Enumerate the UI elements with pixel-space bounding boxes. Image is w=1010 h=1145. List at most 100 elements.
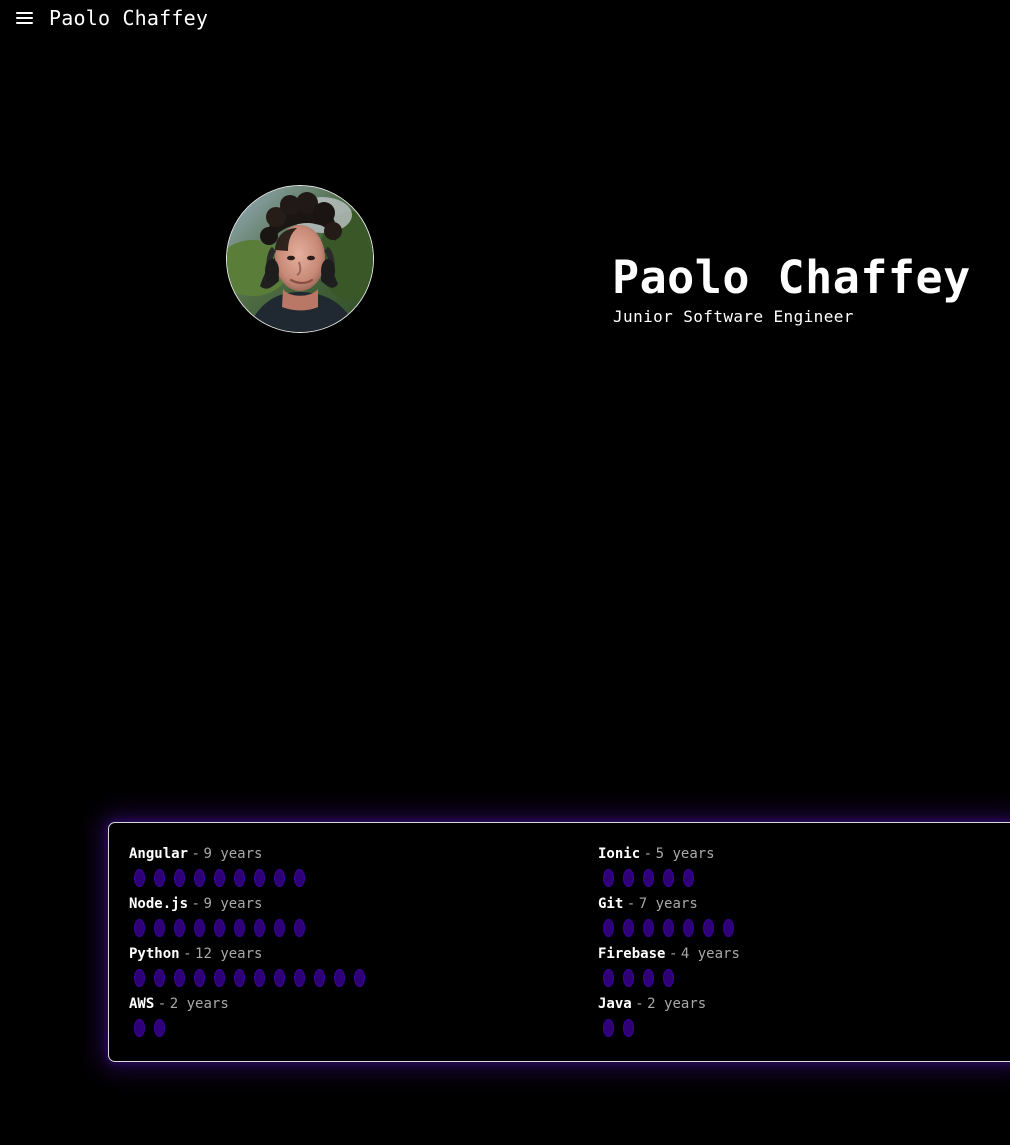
skill-years: 4 — [680, 946, 690, 962]
skill-level-dot — [214, 969, 225, 987]
hero-name: Paolo Chaffey — [612, 251, 971, 305]
skill-years: 2 — [169, 996, 179, 1012]
skill-years-unit: years — [220, 946, 263, 962]
skill-level-dot — [643, 969, 654, 987]
skill-level-dot — [723, 919, 734, 937]
skill-level-dot — [234, 969, 245, 987]
skill-header: Java -2 years — [598, 995, 706, 1013]
skill-level-dots — [598, 869, 715, 887]
skill-level-dot — [134, 969, 145, 987]
skill-level-dots — [129, 869, 305, 887]
skill-level-dot — [643, 869, 654, 887]
skill-level-dot — [194, 969, 205, 987]
skill-level-dot — [134, 1019, 145, 1037]
skill-separator: - — [643, 846, 653, 862]
skill-level-dot — [623, 969, 634, 987]
skill-level-dot — [623, 919, 634, 937]
skill-years: 2 — [647, 996, 656, 1012]
skill-item-python: Python -12 years — [129, 945, 365, 991]
top-navigation-bar: Paolo Chaffey — [0, 0, 1010, 38]
skill-item-angular: Angular -9 years — [129, 845, 305, 891]
skill-item-aws: AWS -2 years — [129, 995, 229, 1041]
skill-level-dot — [703, 919, 714, 937]
skill-level-dot — [134, 919, 145, 937]
site-title[interactable]: Paolo Chaffey — [49, 5, 208, 31]
skill-level-dot — [154, 919, 165, 937]
skill-years: 9 — [203, 896, 212, 912]
skill-separator: - — [191, 846, 200, 862]
skill-years-unit: years — [664, 996, 707, 1012]
skill-level-dots — [129, 969, 365, 987]
skill-level-dot — [683, 919, 694, 937]
skill-level-dot — [154, 969, 165, 987]
skill-separator: - — [191, 896, 200, 912]
skill-level-dots — [129, 1019, 229, 1037]
skill-level-dot — [254, 969, 265, 987]
skill-level-dots — [598, 969, 740, 987]
skill-level-dot — [174, 869, 185, 887]
skill-level-dot — [603, 869, 614, 887]
skill-years: 9 — [203, 846, 212, 862]
skill-item-ionic: Ionic -5 years — [598, 845, 715, 891]
skill-level-dot — [214, 919, 225, 937]
skill-item-git: Git -7 years — [598, 895, 734, 941]
skill-item-nodejs: Node.js -9 years — [129, 895, 305, 941]
skill-name: Java — [598, 996, 632, 1012]
skill-name: Firebase — [598, 946, 666, 962]
hero-subtitle: Junior Software Engineer — [613, 307, 854, 326]
skill-level-dot — [623, 869, 634, 887]
skill-name: Node.js — [129, 896, 189, 912]
skill-level-dot — [314, 969, 325, 987]
skill-level-dot — [623, 1019, 634, 1037]
skill-separator: - — [635, 996, 644, 1012]
skill-level-dot — [663, 969, 674, 987]
skill-level-dot — [603, 969, 614, 987]
skill-header: Node.js -9 years — [129, 895, 262, 913]
skill-level-dot — [603, 1019, 614, 1037]
skill-level-dot — [274, 869, 285, 887]
skill-level-dot — [354, 969, 365, 987]
skill-name: Angular — [129, 846, 189, 862]
skills-card: Angular -9 years Ionic -5 years Node.js -9 … — [108, 822, 1010, 1062]
skill-years-unit: years — [220, 896, 263, 912]
skill-separator: - — [183, 946, 192, 962]
skill-years-unit: years — [655, 896, 698, 912]
skill-level-dot — [234, 869, 245, 887]
skill-level-dot — [154, 869, 165, 887]
skill-years-unit: years — [672, 846, 715, 862]
skill-level-dot — [254, 919, 265, 937]
hamburger-menu-icon[interactable] — [13, 8, 37, 28]
skill-name: Python — [129, 946, 180, 962]
skill-level-dots — [598, 919, 734, 937]
skill-item-firebase: Firebase -4 years — [598, 945, 740, 991]
skill-level-dot — [214, 869, 225, 887]
skill-level-dot — [194, 869, 205, 887]
skill-years: 5 — [655, 846, 665, 862]
profile-photo-image — [227, 186, 373, 332]
skill-level-dot — [294, 969, 305, 987]
skill-years-unit: years — [220, 846, 263, 862]
skill-level-dot — [603, 919, 614, 937]
skill-level-dot — [154, 1019, 165, 1037]
skill-years-unit: years — [697, 946, 740, 962]
skill-level-dot — [254, 869, 265, 887]
skill-level-dot — [663, 869, 674, 887]
skill-header: Git -7 years — [598, 895, 698, 913]
skill-level-dot — [294, 919, 305, 937]
skill-header: Firebase -4 years — [598, 945, 740, 963]
skill-header: Ionic -5 years — [598, 845, 715, 863]
skill-level-dot — [663, 919, 674, 937]
skill-level-dot — [334, 969, 345, 987]
skill-header: Python -12 years — [129, 945, 262, 963]
skill-name: AWS — [129, 996, 155, 1012]
skill-separator: - — [668, 946, 678, 962]
skill-level-dot — [234, 919, 245, 937]
skill-item-java: Java -2 years — [598, 995, 706, 1041]
skill-separator: - — [626, 896, 636, 912]
skill-years: 7 — [638, 896, 648, 912]
skill-years-unit: years — [186, 996, 229, 1012]
skill-level-dot — [683, 869, 694, 887]
skill-level-dot — [174, 969, 185, 987]
skill-level-dot — [174, 919, 185, 937]
skill-level-dot — [134, 869, 145, 887]
